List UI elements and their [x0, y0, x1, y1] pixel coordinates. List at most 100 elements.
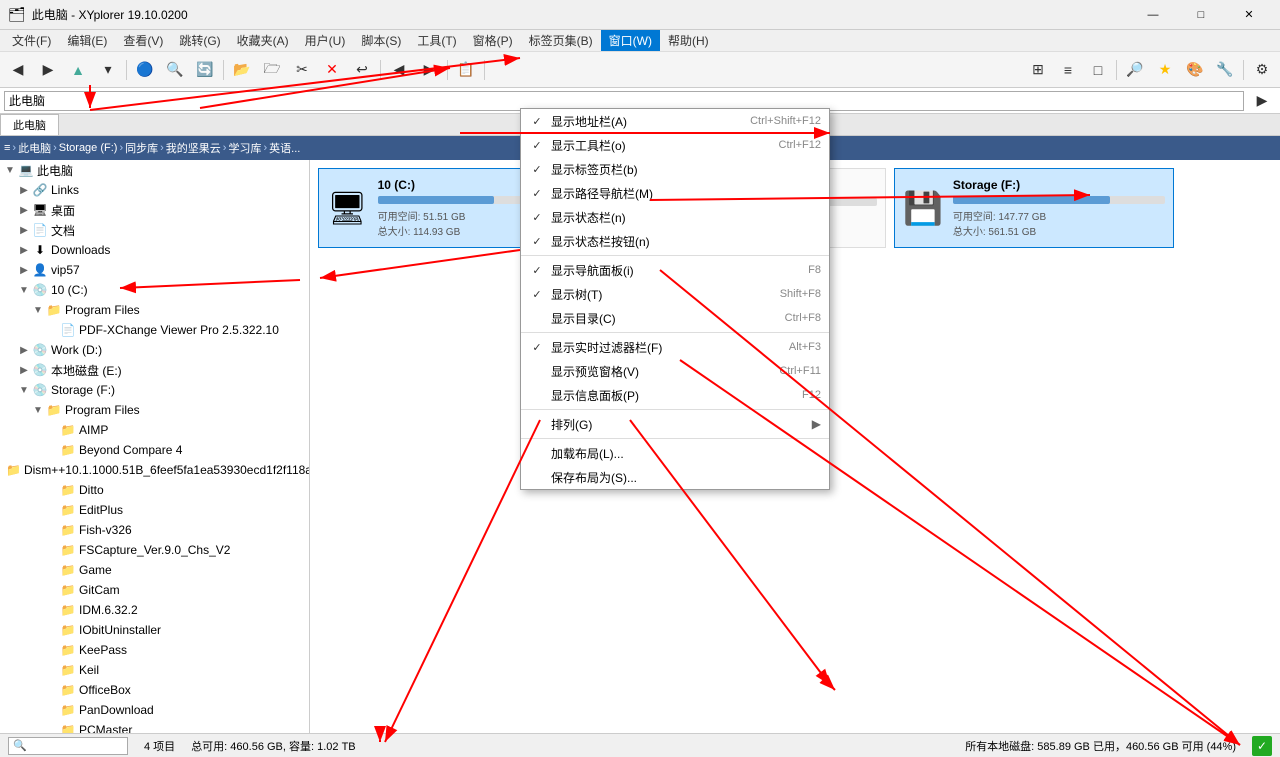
minimize-button[interactable]: — [1130, 0, 1176, 30]
cut-button[interactable]: ✂ [288, 56, 316, 84]
expand-icon[interactable] [46, 324, 58, 336]
location-button[interactable]: 🔵 [131, 56, 159, 84]
expand-icon[interactable]: ▶ [18, 204, 30, 216]
tree-item[interactable]: 📁 Ditto [0, 480, 309, 500]
expand-icon[interactable] [46, 524, 58, 536]
expand-icon[interactable] [46, 424, 58, 436]
tree-item[interactable]: ▼ 📁 Program Files [0, 300, 309, 320]
tree-item[interactable]: ▶ 💿 Work (D:) [0, 340, 309, 360]
address-go-btn[interactable]: ▶ [1248, 87, 1276, 115]
menu-item[interactable]: ✓ 显示标签页栏(b) [521, 157, 829, 181]
undo-button[interactable]: ↩ [348, 56, 376, 84]
expand-icon[interactable] [46, 624, 58, 636]
menu-help[interactable]: 帮助(H) [660, 30, 717, 51]
menu-item[interactable]: 显示目录(C) Ctrl+F8 [521, 306, 829, 330]
window-dropdown-menu[interactable]: ✓ 显示地址栏(A) Ctrl+Shift+F12 ✓ 显示工具栏(o) Ctr… [520, 108, 830, 490]
menu-window[interactable]: 窗口(W) [601, 30, 660, 51]
tree-item[interactable]: ▼ 💻 此电脑 [0, 160, 309, 180]
expand-icon[interactable] [46, 504, 58, 516]
expand-icon[interactable] [46, 684, 58, 696]
maximize-button[interactable]: □ [1178, 0, 1224, 30]
expand-icon[interactable]: ▶ [18, 224, 30, 236]
tree-item[interactable]: ▶ 👤 vip57 [0, 260, 309, 280]
sync-button[interactable]: 🔄 [191, 56, 219, 84]
tree-item[interactable]: 📁 PCMaster [0, 720, 309, 733]
browse-button[interactable]: 🗁 [258, 56, 286, 84]
tree-item[interactable]: 📄 PDF-XChange Viewer Pro 2.5.322.10 [0, 320, 309, 340]
menu-edit[interactable]: 编辑(E) [59, 30, 115, 51]
tree-item[interactable]: 📁 EditPlus [0, 500, 309, 520]
tree-item[interactable]: ▼ 💿 10 (C:) [0, 280, 309, 300]
up-button[interactable]: ▲ [64, 56, 92, 84]
menu-item[interactable]: ✓ 显示树(T) Shift+F8 [521, 282, 829, 306]
expand-icon[interactable]: ▼ [18, 284, 30, 296]
menu-script[interactable]: 脚本(S) [353, 30, 409, 51]
expand-icon[interactable] [46, 664, 58, 676]
drive-card[interactable]: 💾 Storage (F:) 可用空间: 147.77 GB 总大小: 561.… [894, 168, 1174, 248]
menu-item[interactable]: 加载布局(L)... [521, 441, 829, 465]
next-btn[interactable]: ▶ [415, 56, 443, 84]
path-english[interactable]: 英语... [269, 140, 300, 156]
path-menu-icon[interactable]: ≡ [4, 142, 10, 154]
tree-item[interactable]: ▼ 💿 Storage (F:) [0, 380, 309, 400]
path-storage[interactable]: Storage (F:) [59, 142, 118, 154]
status-search-input[interactable] [8, 737, 128, 755]
tree-item[interactable]: ▶ ⬇ Downloads [0, 240, 309, 260]
tree-item[interactable]: ▶ 🔗 Links [0, 180, 309, 200]
path-computer[interactable]: 此电脑 [18, 140, 51, 156]
path-study[interactable]: 学习库 [228, 140, 261, 156]
tree-item[interactable]: 📁 FSCapture_Ver.9.0_Chs_V2 [0, 540, 309, 560]
path-sync[interactable]: 同步库 [125, 140, 158, 156]
tree-item[interactable]: 📁 Beyond Compare 4 [0, 440, 309, 460]
expand-icon[interactable] [46, 444, 58, 456]
menu-item[interactable]: 显示信息面板(P) F12 [521, 383, 829, 407]
expand-icon[interactable]: ▶ [18, 264, 30, 276]
menu-item[interactable]: ✓ 显示工具栏(o) Ctrl+F12 [521, 133, 829, 157]
tree-item[interactable]: ▼ 📁 Program Files [0, 400, 309, 420]
expand-icon[interactable]: ▼ [32, 304, 44, 316]
menu-item[interactable]: ✓ 显示实时过滤器栏(F) Alt+F3 [521, 335, 829, 359]
tree-item[interactable]: 📁 IDM.6.32.2 [0, 600, 309, 620]
expand-icon[interactable]: ▶ [18, 244, 30, 256]
expand-icon[interactable]: ▼ [32, 404, 44, 416]
expand-icon[interactable] [46, 644, 58, 656]
menu-item[interactable]: ✓ 显示状态栏(n) [521, 205, 829, 229]
filter-btn[interactable]: 🔎 [1121, 56, 1149, 84]
tree-item[interactable]: 📁 AIMP [0, 420, 309, 440]
tree-item[interactable]: 📁 GitCam [0, 580, 309, 600]
path-cloud[interactable]: 我的坚果云 [166, 140, 221, 156]
back-button[interactable]: ◀ [4, 56, 32, 84]
tree-item[interactable]: 📁 Keil [0, 660, 309, 680]
menu-favorites[interactable]: 收藏夹(A) [229, 30, 297, 51]
menu-goto[interactable]: 跳转(G) [171, 30, 228, 51]
tab-this-pc[interactable]: 此电脑 [0, 114, 59, 135]
tree-item[interactable]: 📁 IObitUninstaller [0, 620, 309, 640]
tree-item[interactable]: 📁 OfficeBox [0, 680, 309, 700]
menu-item[interactable]: ✓ 显示状态栏按钮(n) [521, 229, 829, 253]
delete-button[interactable]: ✕ [318, 56, 346, 84]
tree-item[interactable]: 📁 KeePass [0, 640, 309, 660]
menu-item[interactable]: 保存布局为(S)... [521, 465, 829, 489]
tree-item[interactable]: 📁 PanDownload [0, 700, 309, 720]
menu-file[interactable]: 文件(F) [4, 30, 59, 51]
menu-item[interactable]: ✓ 显示导航面板(i) F8 [521, 258, 829, 282]
forward-button[interactable]: ▶ [34, 56, 62, 84]
menu-tools[interactable]: 工具(T) [409, 30, 464, 51]
settings-btn[interactable]: ⚙ [1248, 56, 1276, 84]
expand-icon[interactable] [46, 564, 58, 576]
view-btn3[interactable]: □ [1084, 56, 1112, 84]
tree-item[interactable]: 📁 Fish-v326 [0, 520, 309, 540]
menu-pane[interactable]: 窗格(P) [465, 30, 521, 51]
close-button[interactable]: ✕ [1226, 0, 1272, 30]
search-button[interactable]: 🔍 [161, 56, 189, 84]
menu-item[interactable]: ✓ 显示地址栏(A) Ctrl+Shift+F12 [521, 109, 829, 133]
tree-item[interactable]: 📁 Dism++10.1.1000.51B_6feef5fa1ea53930ec… [0, 460, 309, 480]
dropdown-btn[interactable]: ▾ [94, 56, 122, 84]
tree-item[interactable]: ▶ 🖥 桌面 [0, 200, 309, 220]
expand-icon[interactable] [46, 584, 58, 596]
star-btn[interactable]: ★ [1151, 56, 1179, 84]
open-button[interactable]: 📂 [228, 56, 256, 84]
expand-icon[interactable] [46, 544, 58, 556]
menu-tabset[interactable]: 标签页集(B) [521, 30, 601, 51]
expand-icon[interactable] [46, 604, 58, 616]
